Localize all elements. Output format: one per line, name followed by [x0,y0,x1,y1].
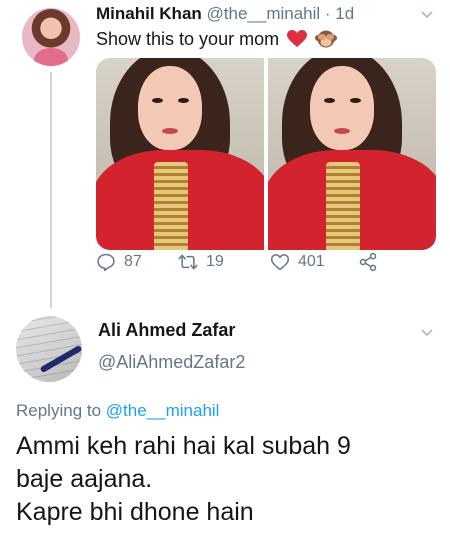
red-heart-emoji [287,30,308,47]
reply-text-line: baje aajana. [16,465,153,493]
media-gallery[interactable] [96,58,436,250]
share-button[interactable] [358,252,378,272]
original-tweet[interactable]: Minahil Khan @the__minahil · 1d Show thi… [0,0,450,310]
reply-author-handle[interactable]: @AliAhmedZafar2 [98,352,245,373]
like-count: 401 [298,253,325,270]
chevron-down-icon[interactable] [420,326,434,340]
reply-button[interactable]: 87 [96,252,142,272]
tweet-header: Minahil Khan @the__minahil · 1d [96,4,354,24]
reply-text: Ammi keh rahi hai kal subah 9 baje aajan… [16,430,436,529]
see-no-evil-monkey-emoji [315,30,338,48]
avatar[interactable] [16,316,82,382]
retweet-button[interactable]: 19 [178,252,224,272]
avatar[interactable] [22,8,80,66]
like-button[interactable]: 401 [270,252,325,272]
share-icon [359,252,377,272]
reply-text-line: Kapre bhi dhone hain [16,498,254,526]
reply-text-line: Ammi keh rahi hai kal subah 9 [16,432,351,460]
tweet-time[interactable]: 1d [335,4,354,23]
retweet-count: 19 [206,253,224,270]
header-separator: · [320,4,336,23]
retweet-icon [178,254,198,270]
media-photo-1[interactable] [96,58,264,250]
heart-icon [270,254,290,271]
replying-to-mention[interactable]: @the__minahil [106,401,220,420]
chevron-down-icon[interactable] [420,8,434,22]
replying-to-prefix: Replying to [16,401,102,420]
tweet-text: Show this to your mom [96,28,338,50]
author-handle[interactable]: @the__minahil [207,4,321,23]
tweet-text-content: Show this to your mom [96,29,280,49]
reply-author-name[interactable]: Ali Ahmed Zafar [98,320,235,341]
reply-icon [97,253,115,272]
replying-to-line: Replying to @the__minahil [16,401,219,421]
media-photo-2[interactable] [268,58,436,250]
reply-count: 87 [124,253,142,270]
author-name[interactable]: Minahil Khan [96,4,202,23]
